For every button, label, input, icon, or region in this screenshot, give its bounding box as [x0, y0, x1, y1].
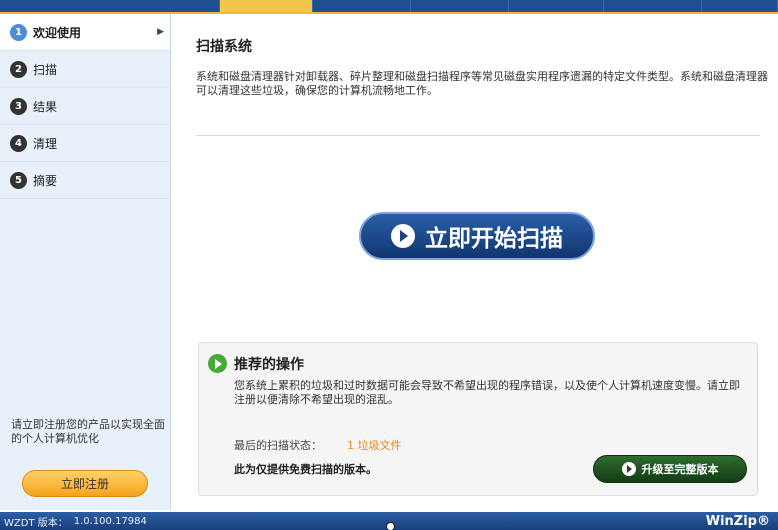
step-number-badge: 2	[10, 60, 27, 78]
top-tab[interactable]	[604, 0, 702, 12]
version-label: WZDT 版本：	[4, 517, 68, 529]
upgrade-label: 升级至完整版本	[641, 463, 719, 476]
step-label: 清理	[33, 136, 58, 151]
winzip-logo: WinZip®	[705, 513, 770, 529]
start-scan-button[interactable]: 立即开始扫描	[359, 212, 595, 260]
sidebar-step-welcome[interactable]: 1 欢迎使用 ▶	[0, 14, 170, 51]
scan-status-value[interactable]: 1 垃圾文件	[347, 437, 402, 453]
step-label: 摘要	[33, 173, 58, 188]
start-scan-label: 立即开始扫描	[425, 226, 563, 252]
top-tab[interactable]	[313, 0, 411, 12]
register-button[interactable]: 立即注册	[22, 470, 148, 497]
top-tab[interactable]	[702, 0, 778, 12]
top-tab-bar	[0, 0, 778, 14]
step-number-badge: 5	[10, 171, 27, 189]
recommended-title: 推荐的操作	[234, 357, 304, 373]
play-icon	[391, 224, 415, 248]
step-label: 结果	[33, 99, 58, 114]
step-number-badge: 3	[10, 97, 27, 115]
page-title: 扫描系统	[196, 39, 252, 55]
recommended-actions-panel: 推荐的操作 您系统上累积的垃圾和过时数据可能会导致不希望出现的程序错误，以及使个…	[198, 342, 758, 496]
top-tab[interactable]	[0, 0, 220, 12]
step-number-badge: 4	[10, 134, 27, 152]
divider	[196, 135, 760, 136]
sidebar: 1 欢迎使用 ▶ 2 扫描 3 结果 4 清理 5 摘要 请立即注册您的产品以实…	[0, 14, 171, 510]
chevron-right-icon: ▶	[157, 27, 164, 37]
top-tab-active[interactable]	[220, 0, 313, 12]
sidebar-step-scan[interactable]: 2 扫描	[0, 51, 170, 88]
top-tab[interactable]	[509, 0, 604, 12]
version-value: 1.0.100.17984	[73, 515, 147, 527]
arrow-right-icon	[208, 354, 227, 373]
sidebar-step-clean[interactable]: 4 清理	[0, 125, 170, 162]
upgrade-button[interactable]: 升级至完整版本	[593, 455, 747, 483]
mouse-cursor	[386, 522, 395, 530]
step-label: 扫描	[33, 62, 58, 77]
page-description: 系统和磁盘清理器针对卸载器、碎片整理和磁盘扫描程序等常见磁盘实用程序遗漏的特定文…	[196, 70, 768, 97]
scan-status-label: 最后的扫描状态：	[234, 439, 322, 452]
sidebar-step-results[interactable]: 3 结果	[0, 88, 170, 125]
register-note: 请立即注册您的产品以实现全面的个人计算机优化	[11, 418, 165, 445]
sidebar-step-summary[interactable]: 5 摘要	[0, 162, 170, 199]
recommended-text: 您系统上累积的垃圾和过时数据可能会导致不希望出现的程序错误，以及使个人计算机速度…	[234, 379, 740, 406]
main-panel: 扫描系统 系统和磁盘清理器针对卸载器、碎片整理和磁盘扫描程序等常见磁盘实用程序遗…	[172, 14, 778, 510]
step-label: 欢迎使用	[33, 25, 82, 40]
step-number-badge: 1	[10, 23, 27, 41]
play-icon	[621, 462, 636, 476]
top-tab[interactable]	[411, 0, 509, 12]
free-version-note: 此为仅提供免费扫描的版本。	[234, 463, 377, 476]
